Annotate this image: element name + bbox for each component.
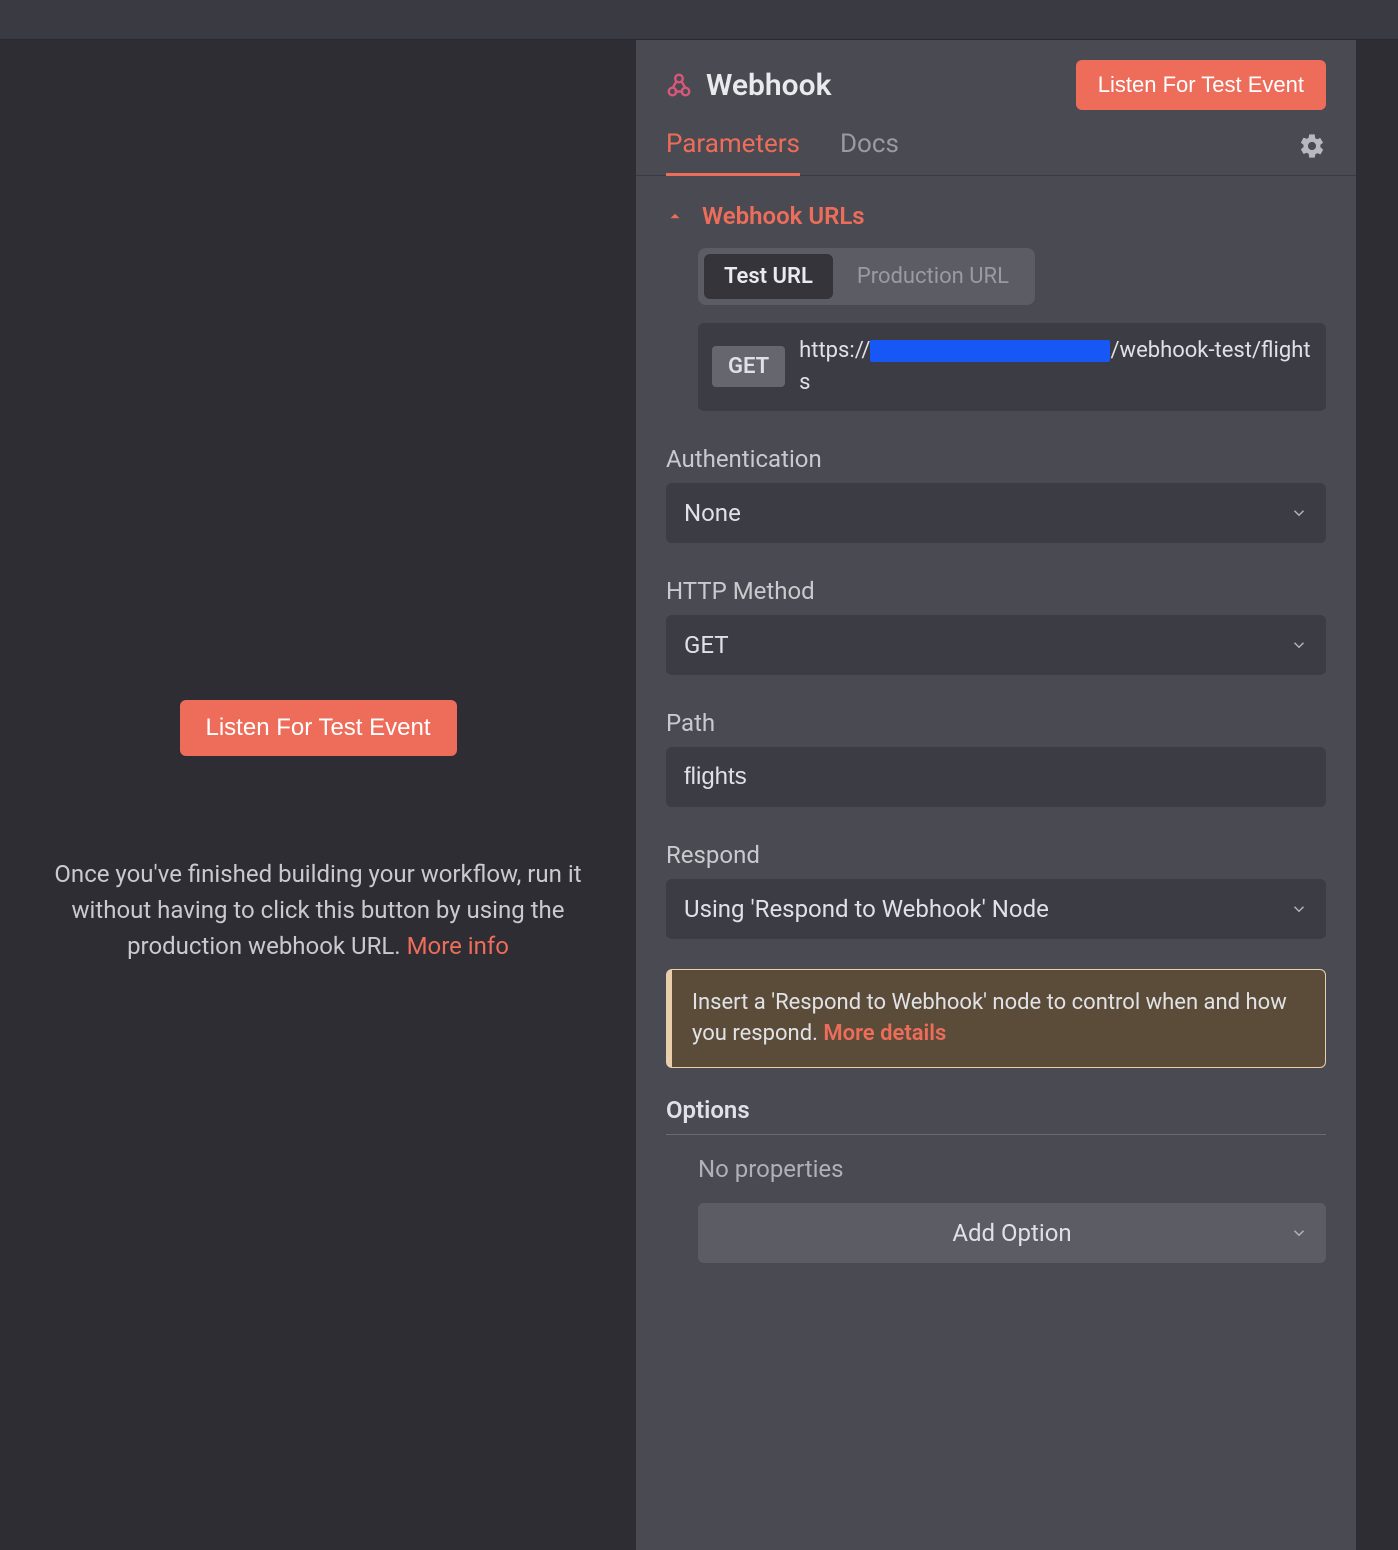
- add-option-button[interactable]: Add Option: [698, 1203, 1326, 1263]
- panel-tabs: Parameters Docs: [636, 120, 1356, 176]
- url-env-tabs: Test URL Production URL: [698, 248, 1035, 305]
- authentication-select[interactable]: None: [666, 483, 1326, 543]
- webhook-icon: [666, 72, 692, 98]
- main-columns: Listen For Test Event Once you've finish…: [0, 40, 1398, 1550]
- path-input[interactable]: [666, 747, 1326, 807]
- webhook-urls-block: Test URL Production URL GET https:///web…: [666, 248, 1326, 411]
- panel-header: Webhook Listen For Test Event: [636, 40, 1356, 120]
- http-method-badge: GET: [712, 346, 785, 387]
- path-field: Path: [666, 709, 1326, 807]
- respond-label: Respond: [666, 841, 1326, 869]
- listen-test-event-button-left[interactable]: Listen For Test Event: [180, 700, 457, 756]
- respond-select[interactable]: Using 'Respond to Webhook' Node: [666, 879, 1326, 939]
- options-header: Options: [666, 1096, 1326, 1135]
- http-method-select[interactable]: GET: [666, 615, 1326, 675]
- left-pane: Listen For Test Event Once you've finish…: [0, 40, 636, 1550]
- http-method-label: HTTP Method: [666, 577, 1326, 605]
- left-description: Once you've finished building your workf…: [25, 856, 611, 964]
- tab-docs[interactable]: Docs: [840, 119, 899, 176]
- no-properties-text: No properties: [698, 1155, 1326, 1183]
- http-method-field: HTTP Method GET: [666, 577, 1326, 675]
- chevron-up-icon: [666, 207, 684, 225]
- redacted-host: [870, 340, 1110, 362]
- panel-title: Webhook: [706, 68, 1062, 103]
- test-url-tab[interactable]: Test URL: [704, 254, 833, 299]
- gear-icon[interactable]: [1298, 132, 1326, 160]
- respond-notice: Insert a 'Respond to Webhook' node to co…: [666, 969, 1326, 1069]
- options-body: No properties Add Option: [666, 1155, 1326, 1263]
- right-empty-area: [1356, 40, 1398, 1550]
- top-bar: [0, 0, 1398, 40]
- authentication-field: Authentication None: [666, 445, 1326, 543]
- webhook-urls-section-header[interactable]: Webhook URLs: [666, 196, 1326, 248]
- webhook-url-row[interactable]: GET https:///webhook-test/flights: [698, 323, 1326, 411]
- parameters-scroll[interactable]: Webhook URLs Test URL Production URL GET…: [636, 176, 1356, 1550]
- listen-test-event-button-header[interactable]: Listen For Test Event: [1076, 60, 1326, 110]
- more-details-link[interactable]: More details: [823, 1021, 946, 1046]
- node-config-panel: Webhook Listen For Test Event Parameters…: [636, 40, 1356, 1550]
- tab-parameters[interactable]: Parameters: [666, 119, 800, 176]
- respond-field: Respond Using 'Respond to Webhook' Node: [666, 841, 1326, 939]
- path-label: Path: [666, 709, 1326, 737]
- authentication-label: Authentication: [666, 445, 1326, 473]
- webhook-url-text: https:///webhook-test/flights: [799, 335, 1312, 399]
- production-url-tab[interactable]: Production URL: [837, 254, 1029, 299]
- more-info-link[interactable]: More info: [407, 932, 509, 960]
- chevron-down-icon: [1290, 1224, 1308, 1242]
